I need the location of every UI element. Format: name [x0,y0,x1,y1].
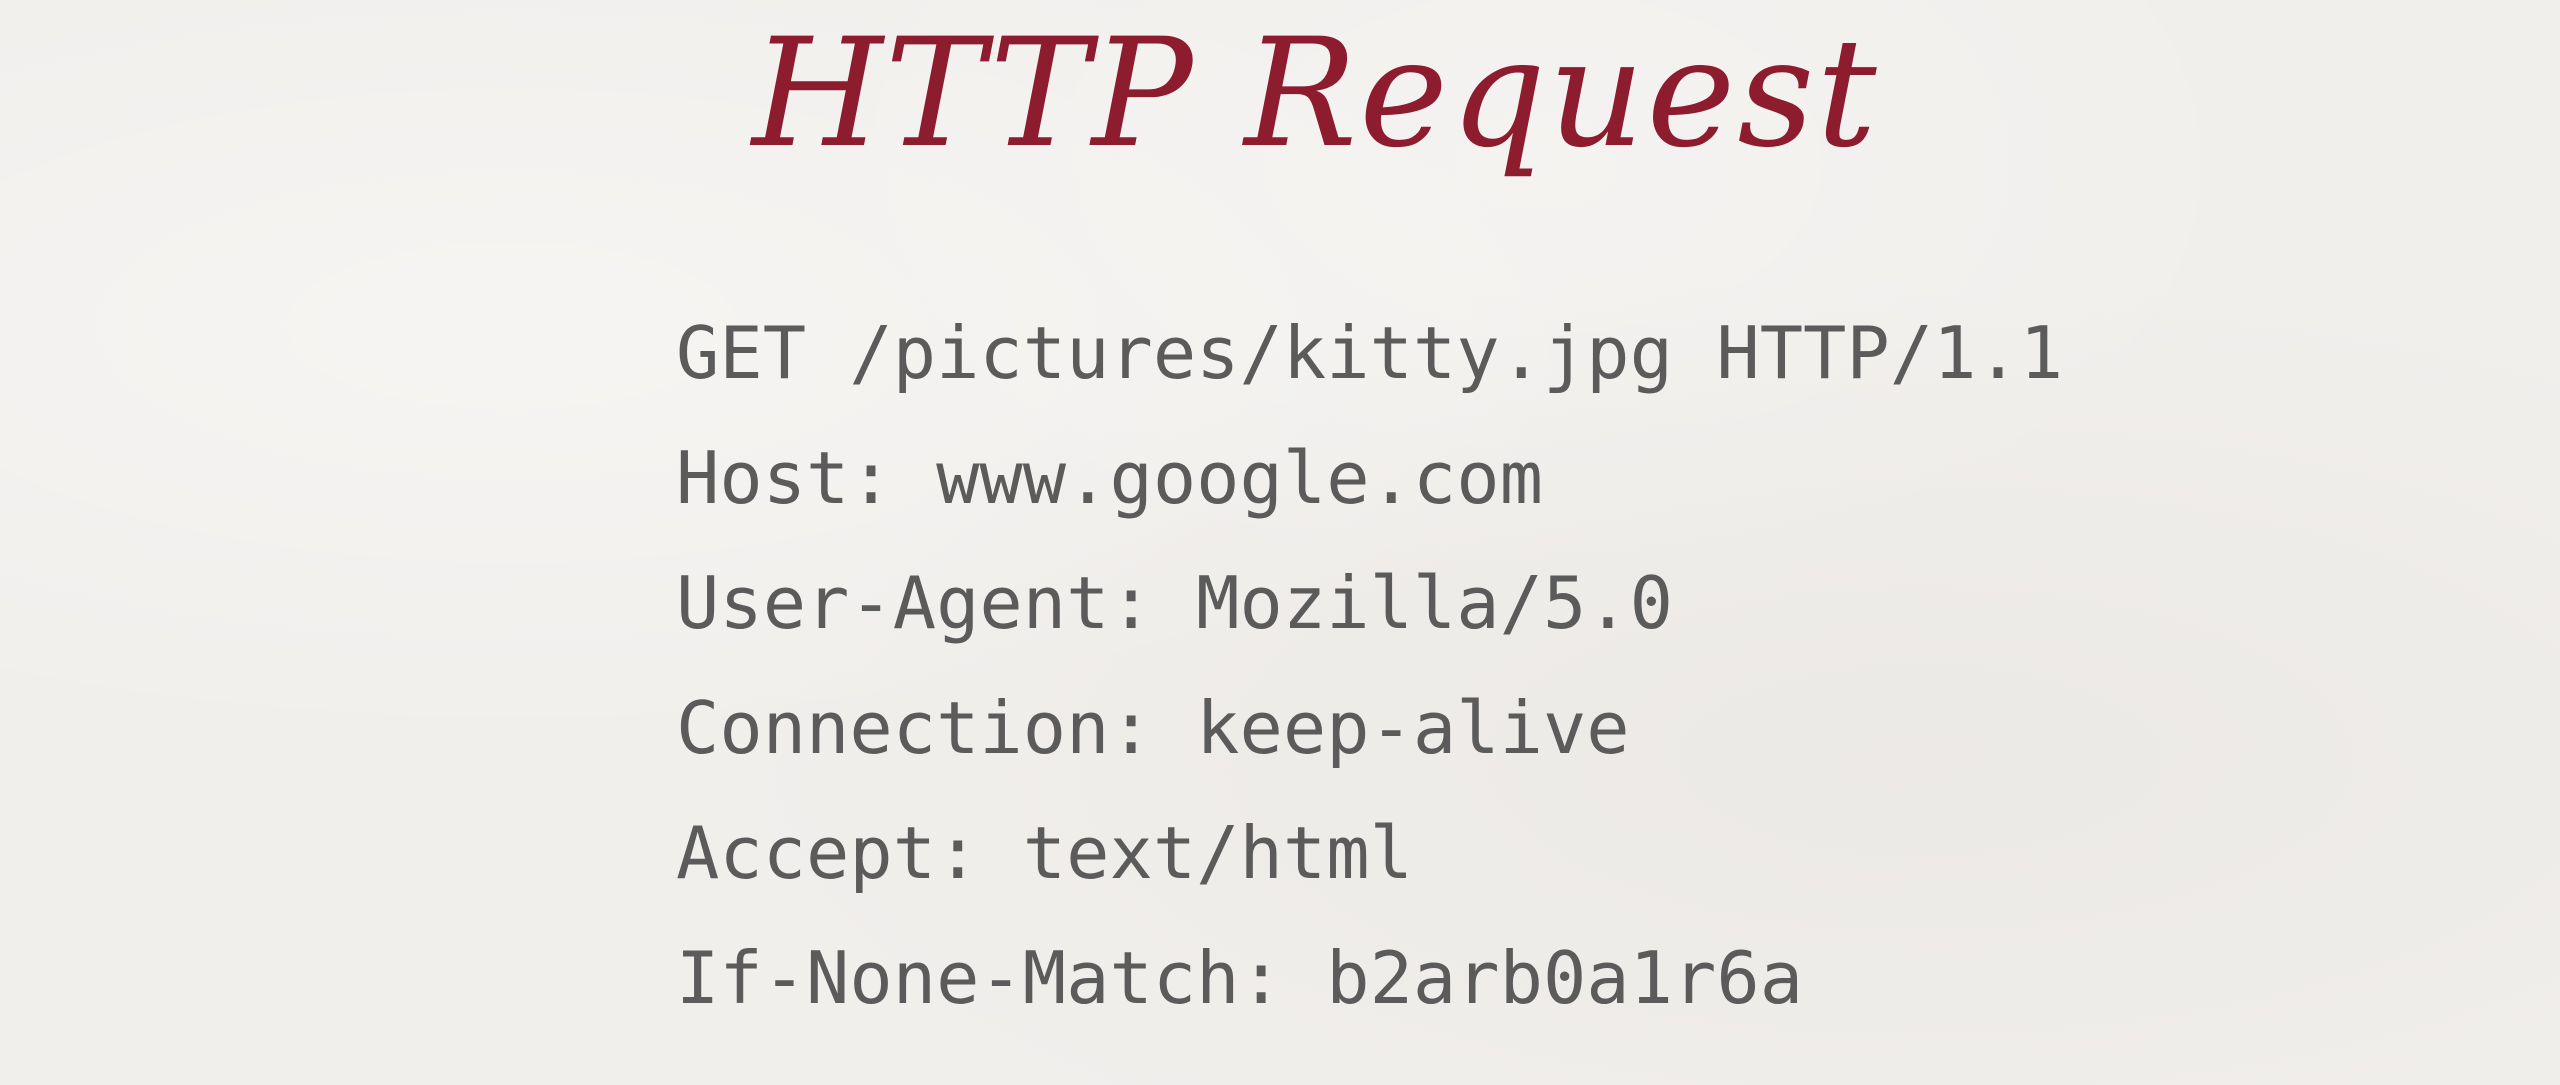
connection-header: Connection: keep-alive [676,686,1630,770]
http-request-block: GET /pictures/kitty.jpg HTTP/1.1 Host: w… [676,291,2063,1041]
slide: HTTP Request GET /pictures/kitty.jpg HTT… [0,0,2560,1085]
request-line: GET /pictures/kitty.jpg HTTP/1.1 [676,311,2064,395]
accept-header: Accept: text/html [676,811,1413,895]
user-agent-header: User-Agent: Mozilla/5.0 [676,561,1673,645]
host-header: Host: www.google.com [676,436,1543,520]
slide-title: HTTP Request [752,7,1879,181]
if-none-match-header: If-None-Match: b2arb0a1r6a [676,936,1804,1020]
